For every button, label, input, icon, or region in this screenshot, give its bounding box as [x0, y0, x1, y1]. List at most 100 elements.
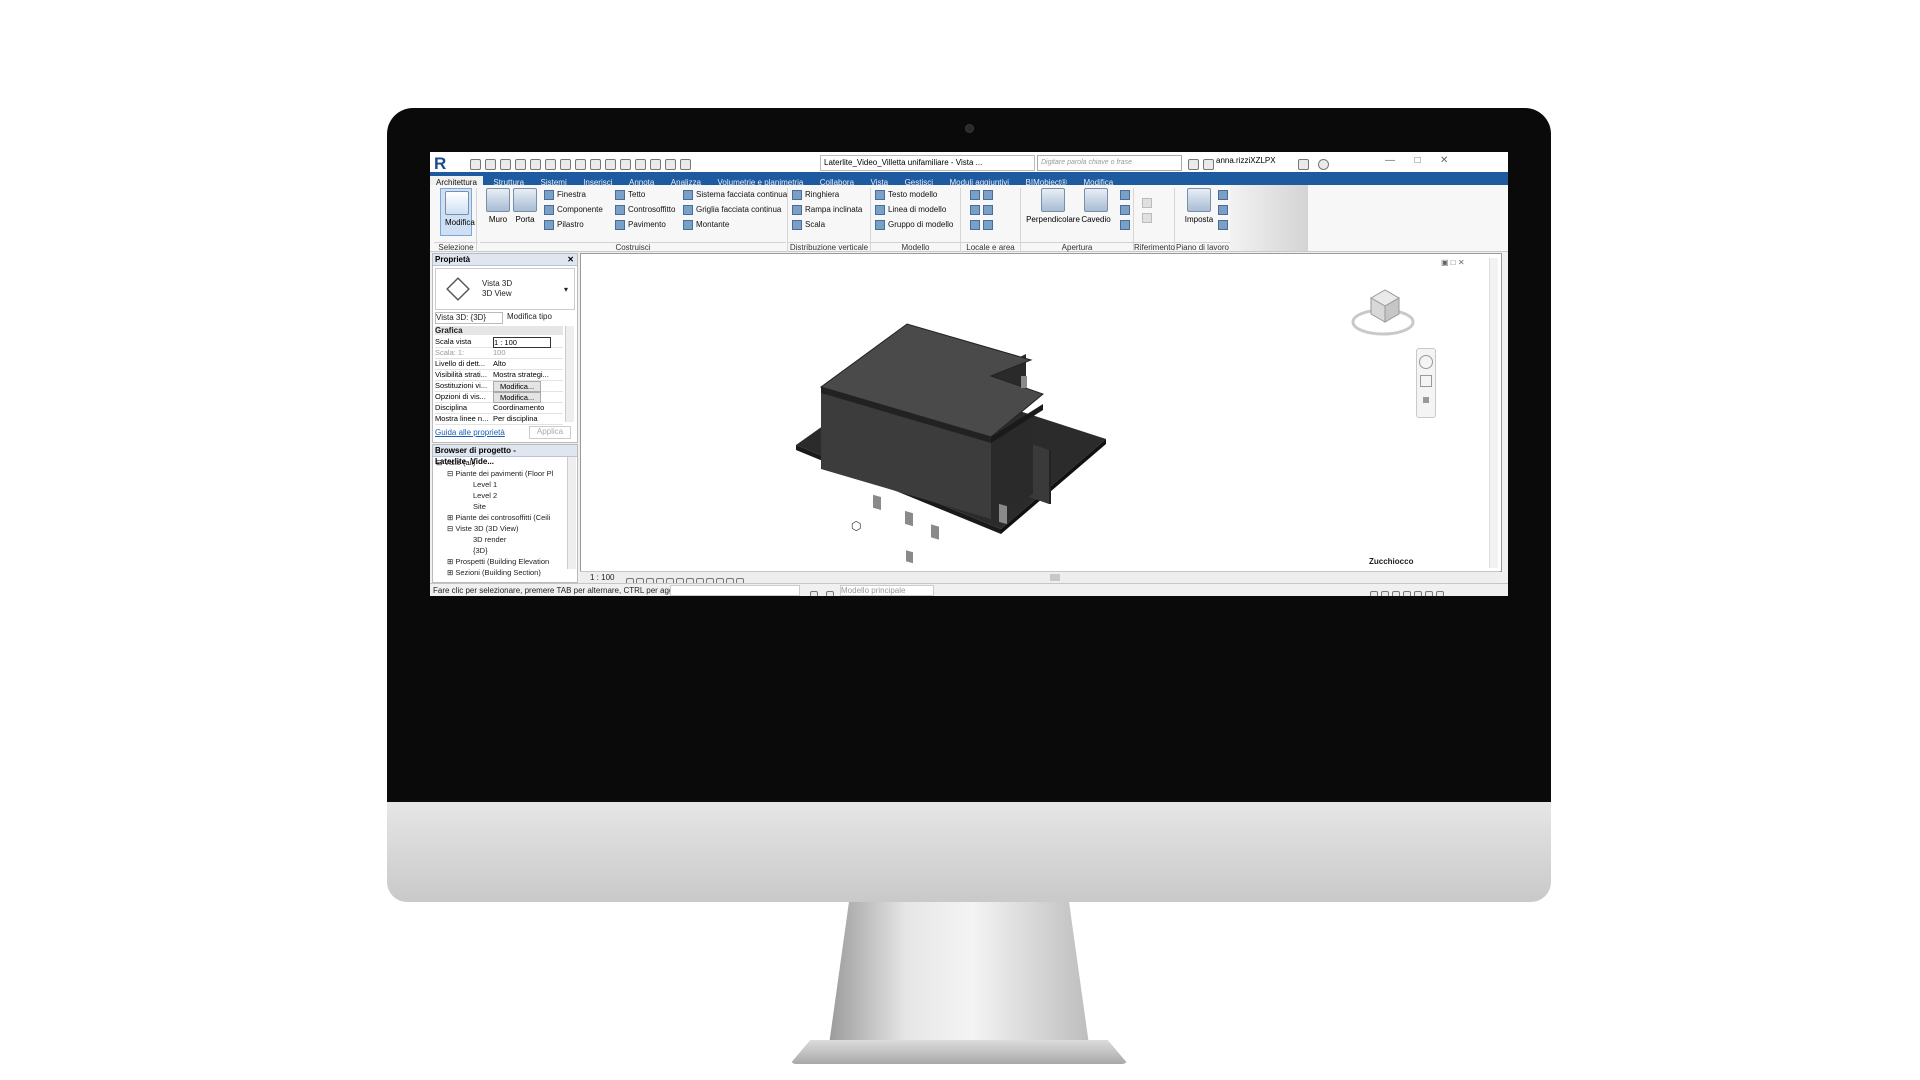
floor-button[interactable]: Pavimento — [615, 220, 666, 230]
tree-item[interactable]: ⊞ Prospetti (Building Elevation — [447, 557, 549, 566]
dormer-button[interactable] — [1120, 190, 1133, 200]
component-button[interactable]: Componente — [544, 205, 603, 215]
close-icon[interactable]: ✕ — [567, 254, 574, 265]
type-selector[interactable]: Vista 3D 3D View ▾ — [435, 268, 575, 310]
tree-item[interactable]: Level 2 — [473, 491, 497, 500]
ramp-button[interactable]: Rampa inclinata — [792, 205, 862, 215]
sync-icon[interactable] — [500, 159, 511, 171]
prop-value[interactable]: Mostra strategi... — [493, 370, 549, 379]
prop-row[interactable]: Mostra linee n... Per disciplina — [435, 414, 563, 425]
open-icon[interactable] — [470, 159, 481, 171]
minimize-icon[interactable]: — — [1385, 155, 1395, 166]
door-button[interactable]: Porta — [512, 188, 538, 224]
nav-dropdown-icon[interactable] — [1423, 397, 1429, 403]
group-grafica[interactable]: Grafica — [435, 326, 563, 335]
view-canvas[interactable]: ▣ □ ✕ ⬡ Zucchiocco — [580, 253, 1502, 572]
design-option-field[interactable]: Modello principale — [840, 585, 934, 596]
steering-wheel-icon[interactable] — [1419, 355, 1433, 369]
horizontal-scrollbar-thumb[interactable] — [1050, 574, 1060, 581]
tree-item[interactable]: ⊟ Piante dei pavimenti (Floor Pl — [447, 469, 553, 478]
perpendicular-opening-button[interactable]: Perpendicolare — [1026, 188, 1080, 224]
prop-value[interactable]: Per disciplina — [493, 414, 538, 423]
panel-locale[interactable]: Locale e area — [961, 242, 1020, 253]
panel-selezione[interactable]: Selezione — [434, 242, 478, 253]
prop-row[interactable]: Opzioni di vis... Modifica... — [435, 392, 563, 403]
legend-icon-grid[interactable] — [970, 220, 996, 230]
measure-icon[interactable] — [560, 159, 571, 171]
prop-value-input[interactable]: 1 : 100 — [493, 337, 551, 348]
tree-item[interactable]: ⊞ Piante dei controsoffitti (Ceili — [447, 513, 550, 522]
view-window-controls[interactable]: ▣ □ ✕ — [1441, 258, 1465, 267]
prop-row[interactable]: Visibilità strati... Mostra strategi... — [435, 370, 563, 381]
save-icon[interactable] — [485, 159, 496, 171]
shaft-button[interactable]: Cavedio — [1078, 188, 1114, 224]
railing-button[interactable]: Ringhiera — [792, 190, 839, 200]
roof-button[interactable]: Tetto — [615, 190, 645, 200]
model-text-button[interactable]: Testo modello — [875, 190, 937, 200]
print-icon[interactable] — [545, 159, 556, 171]
text-icon[interactable] — [590, 159, 601, 171]
curtain-grid-button[interactable]: Griglia facciata continua — [683, 205, 781, 215]
model-group-button[interactable]: Gruppo di modello — [875, 220, 953, 230]
tree-item[interactable]: 3D render — [473, 535, 506, 544]
set-workplane-button[interactable]: Imposta — [1182, 188, 1216, 224]
help-link[interactable]: Guida alle proprietà — [435, 428, 505, 437]
prop-value[interactable]: Coordinamento — [493, 403, 544, 412]
vertical-opening-icon — [1120, 220, 1130, 230]
vertical-opening-button[interactable] — [1120, 220, 1133, 230]
room-icon-grid[interactable] — [970, 190, 996, 200]
window-button[interactable]: Finestra — [544, 190, 586, 200]
column-button[interactable]: Pilastro — [544, 220, 584, 230]
close-hidden-icon[interactable] — [650, 159, 661, 171]
prop-value[interactable]: Alto — [493, 359, 506, 368]
vertical-scrollbar[interactable] — [1489, 258, 1498, 568]
tree-item[interactable]: {3D} — [473, 546, 488, 555]
model-line-button[interactable]: Linea di modello — [875, 205, 946, 215]
area-tag-icon — [983, 205, 993, 215]
tree-item[interactable]: ⊟ Viste (all) — [436, 458, 476, 467]
3d-view-icon[interactable] — [605, 159, 616, 171]
viewcube[interactable] — [1351, 280, 1421, 340]
search-input[interactable]: Digitare parola chiave o frase — [1037, 155, 1182, 171]
prop-row[interactable]: Livello di dett... Alto — [435, 359, 563, 370]
wall-button[interactable]: Muro — [485, 188, 511, 224]
user-account[interactable]: anna.rizziXZLPX — [1216, 156, 1276, 165]
thin-lines-icon[interactable] — [635, 159, 646, 171]
tree-item[interactable]: Level 1 — [473, 480, 497, 489]
customize-icon[interactable] — [680, 159, 691, 171]
ceiling-label: Controsoffitto — [628, 205, 676, 215]
zoom-icon[interactable] — [1420, 375, 1432, 387]
ceiling-button[interactable]: Controsoffitto — [615, 205, 675, 215]
scrollbar[interactable] — [567, 457, 576, 569]
tree-item[interactable]: ⊞ Sezioni (Building Section) — [447, 568, 541, 577]
curtain-system-button[interactable]: Sistema facciata continua — [683, 190, 787, 200]
view-scale[interactable]: 1 : 100 — [590, 573, 614, 582]
stair-button[interactable]: Scala — [792, 220, 825, 230]
mullion-button[interactable]: Montante — [683, 220, 729, 230]
scrollbar[interactable] — [565, 326, 574, 422]
dimension-icon[interactable] — [575, 159, 586, 171]
edit-overrides-button[interactable]: Modifica... — [493, 381, 542, 392]
maximize-icon[interactable]: □ — [1414, 155, 1420, 166]
instance-filter[interactable]: Vista 3D: {3D} — [435, 312, 503, 324]
navigation-bar[interactable] — [1416, 348, 1436, 418]
workset-field[interactable] — [670, 585, 800, 596]
modify-button[interactable]: Modifica — [440, 188, 475, 236]
prop-row[interactable]: Scala vista 1 : 100 — [435, 337, 563, 348]
tree-item[interactable]: Site — [473, 502, 486, 511]
level-button[interactable] — [1142, 198, 1155, 208]
tree-item[interactable]: ⊟ Viste 3D (3D View) — [447, 524, 518, 533]
wall-opening-button[interactable] — [1120, 205, 1133, 215]
area-icon-grid[interactable] — [970, 205, 996, 215]
edit-type-button[interactable]: Modifica tipo — [507, 312, 552, 321]
prop-row[interactable]: Disciplina Coordinamento — [435, 403, 563, 414]
undo-icon[interactable] — [515, 159, 526, 171]
grid-button[interactable] — [1142, 213, 1155, 223]
redo-icon[interactable] — [530, 159, 541, 171]
section-icon[interactable] — [620, 159, 631, 171]
close-icon[interactable]: ✕ — [1440, 155, 1448, 166]
prop-row[interactable]: Sostituzioni vi... Modifica... — [435, 381, 563, 392]
edit-display-button[interactable]: Modifica... — [493, 392, 542, 403]
apply-button[interactable]: Applica — [529, 426, 571, 439]
switch-windows-icon[interactable] — [665, 159, 676, 171]
